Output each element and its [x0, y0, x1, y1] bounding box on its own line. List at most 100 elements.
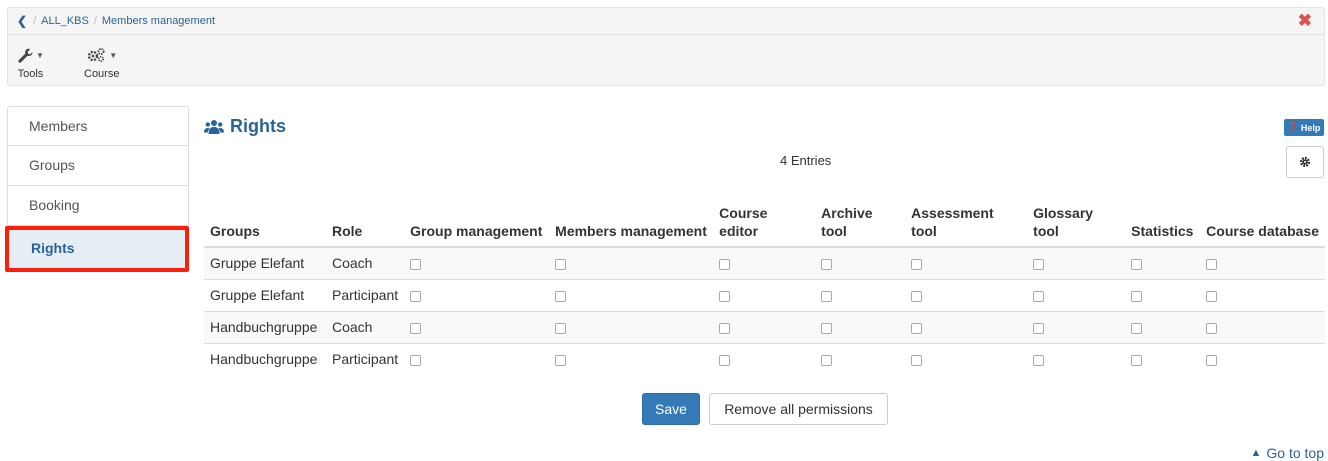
column-header-groups[interactable]: Groups: [204, 204, 326, 248]
cell-assessment-tool: [905, 342, 1028, 375]
sidebar-item-rights[interactable]: Rights: [5, 226, 189, 272]
glossary-tool-checkbox[interactable]: [1033, 259, 1045, 271]
cell-group: Gruppe Elefant: [204, 246, 326, 279]
chevron-left-icon[interactable]: ❮: [17, 14, 27, 28]
assessment-tool-checkbox[interactable]: [911, 355, 923, 367]
column-header-group-management: Group management: [404, 204, 550, 248]
wrench-icon: [18, 48, 33, 63]
cell-members-management: [549, 278, 714, 311]
course-editor-checkbox[interactable]: [719, 322, 731, 334]
course-editor-checkbox[interactable]: [719, 290, 731, 302]
members-management-checkbox[interactable]: [555, 259, 567, 271]
course-database-checkbox[interactable]: [1206, 322, 1218, 334]
cell-glossary-tool: [1027, 342, 1126, 375]
table-settings-button[interactable]: [1286, 146, 1324, 178]
cell-statistics: [1125, 342, 1201, 375]
course-database-checkbox[interactable]: [1206, 259, 1218, 271]
course-menu-button[interactable]: ▼ Course: [84, 45, 119, 80]
group-management-checkbox[interactable]: [410, 290, 422, 302]
tools-menu-button[interactable]: ▼ Tools: [17, 45, 44, 80]
archive-tool-checkbox[interactable]: [821, 355, 833, 367]
chevron-up-icon: ▲: [1250, 447, 1262, 459]
column-header-assessment-tool: Assessment tool: [905, 204, 1028, 248]
gear-icon: [1299, 156, 1311, 168]
cell-statistics: [1125, 310, 1201, 343]
go-to-top-label: Go to top: [1266, 445, 1324, 461]
cell-archive-tool: [815, 310, 906, 343]
gears-icon: [88, 48, 105, 63]
members-management-checkbox[interactable]: [555, 355, 567, 367]
group-management-checkbox[interactable]: [410, 322, 422, 334]
course-editor-checkbox[interactable]: [719, 355, 731, 367]
column-header-course-editor: Course editor: [713, 204, 816, 248]
statistics-checkbox[interactable]: [1131, 355, 1143, 367]
cell-assessment-tool: [905, 310, 1028, 343]
cell-members-management: [549, 246, 714, 279]
members-management-checkbox[interactable]: [555, 322, 567, 334]
tools-label: Tools: [17, 68, 44, 80]
cell-assessment-tool: [905, 278, 1028, 311]
statistics-checkbox[interactable]: [1131, 290, 1143, 302]
breadcrumb-item-members-management[interactable]: Members management: [102, 15, 215, 27]
breadcrumb-separator: /: [93, 15, 97, 27]
course-database-checkbox[interactable]: [1206, 290, 1218, 302]
table-row: Handbuchgruppe Coach: [204, 310, 1325, 343]
cell-role: Coach: [326, 310, 405, 343]
cell-course-editor: [713, 310, 816, 343]
cell-course-editor: [713, 342, 816, 375]
close-icon[interactable]: ✖: [1298, 12, 1312, 29]
sidebar-item-groups[interactable]: Groups: [7, 146, 189, 186]
cell-statistics: [1125, 278, 1201, 311]
help-button[interactable]: ❓ Help: [1284, 119, 1324, 136]
table-body: Gruppe Elefant Coach Gruppe Elefant Partici…: [204, 246, 1325, 375]
cell-role: Participant: [326, 342, 405, 375]
caret-down-icon: ▼: [36, 50, 44, 60]
statistics-checkbox[interactable]: [1131, 322, 1143, 334]
assessment-tool-checkbox[interactable]: [911, 290, 923, 302]
save-button[interactable]: Save: [642, 393, 700, 425]
assessment-tool-checkbox[interactable]: [911, 322, 923, 334]
column-header-members-management: Members management: [549, 204, 714, 248]
entries-count-text: 4 Entries: [780, 153, 832, 168]
table-row: Handbuchgruppe Participant: [204, 342, 1325, 375]
cell-group-management: [404, 246, 550, 279]
sidebar-nav: Members Groups Booking Rights: [5, 106, 189, 272]
remove-all-permissions-button[interactable]: Remove all permissions: [709, 393, 888, 425]
go-to-top-link[interactable]: ▲ Go to top: [1251, 445, 1324, 461]
rights-table: Groups Role Group management Members man…: [204, 204, 1325, 375]
glossary-tool-checkbox[interactable]: [1033, 355, 1045, 367]
group-management-checkbox[interactable]: [410, 355, 422, 367]
cell-course-editor: [713, 246, 816, 279]
course-database-checkbox[interactable]: [1206, 355, 1218, 367]
sidebar-item-members[interactable]: Members: [7, 106, 189, 146]
course-editor-checkbox[interactable]: [719, 259, 731, 271]
statistics-checkbox[interactable]: [1131, 259, 1143, 271]
archive-tool-checkbox[interactable]: [821, 259, 833, 271]
top-toolbar: ❮ / ALL_KBS / Members management ✖ ▼ Too…: [7, 7, 1325, 86]
cell-course-editor: [713, 278, 816, 311]
cell-group: Gruppe Elefant: [204, 278, 326, 311]
cell-archive-tool: [815, 278, 906, 311]
breadcrumb-separator: /: [33, 15, 37, 27]
cell-glossary-tool: [1027, 278, 1126, 311]
glossary-tool-checkbox[interactable]: [1033, 322, 1045, 334]
users-icon: [204, 119, 224, 134]
cell-members-management: [549, 310, 714, 343]
assessment-tool-checkbox[interactable]: [911, 259, 923, 271]
breadcrumb: ❮ / ALL_KBS / Members management: [17, 14, 215, 28]
cell-glossary-tool: [1027, 310, 1126, 343]
members-management-checkbox[interactable]: [555, 290, 567, 302]
archive-tool-checkbox[interactable]: [821, 290, 833, 302]
sidebar-item-booking[interactable]: Booking: [7, 186, 189, 226]
page-title-text: Rights: [230, 116, 286, 136]
archive-tool-checkbox[interactable]: [821, 322, 833, 334]
cell-role: Coach: [326, 246, 405, 279]
cell-group-management: [404, 342, 550, 375]
column-header-archive-tool: Archive tool: [815, 204, 906, 248]
glossary-tool-checkbox[interactable]: [1033, 290, 1045, 302]
group-management-checkbox[interactable]: [410, 259, 422, 271]
column-header-role[interactable]: Role: [326, 204, 405, 248]
breadcrumb-item-all-kbs[interactable]: ALL_KBS: [41, 15, 89, 27]
table-row: Gruppe Elefant Participant: [204, 278, 1325, 311]
cell-course-database: [1200, 278, 1325, 311]
